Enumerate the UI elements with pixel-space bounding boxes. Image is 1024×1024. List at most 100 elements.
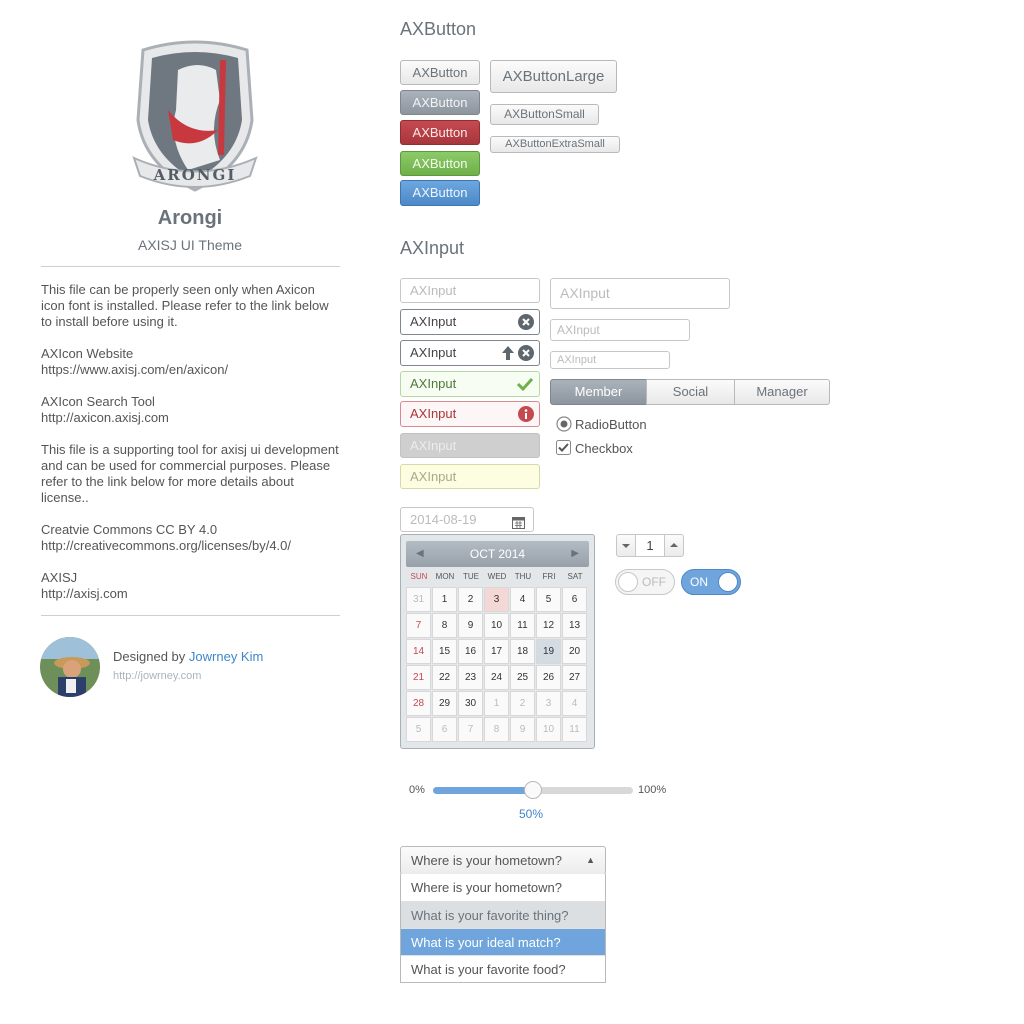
- button-red[interactable]: AXButton: [400, 120, 480, 145]
- weekday-header: SUN: [410, 572, 428, 581]
- install-notice: This file can be properly seen only when…: [41, 282, 329, 329]
- select-option[interactable]: What is your favorite food?: [401, 955, 605, 982]
- prev-month-icon[interactable]: ◀: [416, 541, 424, 567]
- axicon-search-link[interactable]: http://axicon.axisj.com: [41, 410, 341, 426]
- calendar-day[interactable]: 21: [406, 665, 431, 690]
- arrow-up-icon[interactable]: [501, 345, 515, 369]
- radio-button[interactable]: [556, 416, 572, 437]
- checkbox[interactable]: [556, 440, 571, 460]
- calendar-day[interactable]: 9: [510, 717, 535, 742]
- input-error[interactable]: AXInput: [400, 401, 540, 427]
- input-with-actions[interactable]: AXInput: [400, 340, 540, 366]
- calendar-day[interactable]: 19: [536, 639, 561, 664]
- segment-member[interactable]: Member: [550, 379, 647, 405]
- calendar-day[interactable]: 11: [510, 613, 535, 638]
- calendar-day[interactable]: 2: [510, 691, 535, 716]
- calendar-day[interactable]: 25: [510, 665, 535, 690]
- cc-license-link[interactable]: http://creativecommons.org/licenses/by/4…: [41, 538, 341, 554]
- calendar-day[interactable]: 16: [458, 639, 483, 664]
- calendar-day[interactable]: 1: [484, 691, 509, 716]
- calendar-day[interactable]: 6: [562, 587, 587, 612]
- calendar-day[interactable]: 8: [432, 613, 457, 638]
- calendar-day[interactable]: 6: [432, 717, 457, 742]
- date-input[interactable]: 2014-08-19: [400, 507, 534, 532]
- button-large[interactable]: AXButtonLarge: [490, 60, 617, 93]
- checkbox-label[interactable]: Checkbox: [575, 441, 633, 456]
- designer-credit: Designed by Jowrney Kim: [113, 649, 263, 664]
- button-small[interactable]: AXButtonSmall: [490, 104, 599, 125]
- calendar-day[interactable]: 3: [484, 587, 509, 612]
- calendar-day[interactable]: 5: [406, 717, 431, 742]
- switch-on[interactable]: ON: [681, 569, 741, 595]
- designer-name-link[interactable]: Jowrney Kim: [189, 649, 263, 664]
- axisj-link[interactable]: http://axisj.com: [41, 586, 341, 602]
- question-select[interactable]: Where is your hometown? ▲: [400, 846, 606, 875]
- input-small[interactable]: AXInput: [550, 319, 690, 341]
- select-option[interactable]: What is your ideal match?: [401, 928, 605, 955]
- calendar-day[interactable]: 2: [458, 587, 483, 612]
- button-default[interactable]: AXButton: [400, 60, 480, 85]
- select-option[interactable]: What is your favorite thing?: [401, 901, 605, 928]
- clear-icon[interactable]: [518, 314, 534, 338]
- calendar-day[interactable]: 12: [536, 613, 561, 638]
- calendar-day[interactable]: 13: [562, 613, 587, 638]
- calendar-day[interactable]: 15: [432, 639, 457, 664]
- calendar-day[interactable]: 17: [484, 639, 509, 664]
- calendar-day[interactable]: 27: [562, 665, 587, 690]
- radio-label[interactable]: RadioButton: [575, 417, 647, 432]
- button-extra-small[interactable]: AXButtonExtraSmall: [490, 136, 620, 153]
- axicon-website-label: AXIcon Website: [41, 346, 134, 361]
- calendar-day[interactable]: 31: [406, 587, 431, 612]
- segment-social[interactable]: Social: [646, 379, 735, 405]
- calendar-day[interactable]: 14: [406, 639, 431, 664]
- calendar-day[interactable]: 20: [562, 639, 587, 664]
- calendar-day[interactable]: 4: [510, 587, 535, 612]
- date-value: 2014-08-19: [410, 512, 477, 527]
- calendar-day[interactable]: 7: [406, 613, 431, 638]
- axicon-website-link[interactable]: https://www.axisj.com/en/axicon/: [41, 362, 341, 378]
- input-extra-small[interactable]: AXInput: [550, 351, 670, 369]
- designer-url-link[interactable]: http://jowrney.com: [113, 670, 201, 682]
- increment-button[interactable]: [664, 534, 684, 557]
- button-blue[interactable]: AXButton: [400, 180, 480, 206]
- radio-icon: [556, 416, 572, 432]
- input-success[interactable]: AXInput: [400, 371, 540, 397]
- decrement-button[interactable]: [616, 534, 636, 557]
- calendar-day[interactable]: 24: [484, 665, 509, 690]
- slider-handle[interactable]: [524, 781, 542, 799]
- calendar-day[interactable]: 26: [536, 665, 561, 690]
- button-gray[interactable]: AXButton: [400, 90, 480, 115]
- calendar-day[interactable]: 1: [432, 587, 457, 612]
- calendar-day[interactable]: 29: [432, 691, 457, 716]
- calendar-day[interactable]: 3: [536, 691, 561, 716]
- calendar-day[interactable]: 8: [484, 717, 509, 742]
- switch-off[interactable]: OFF: [615, 569, 675, 595]
- calendar-day[interactable]: 9: [458, 613, 483, 638]
- calendar-day[interactable]: 11: [562, 717, 587, 742]
- input-highlight[interactable]: AXInput: [400, 464, 540, 489]
- calendar-day[interactable]: 10: [484, 613, 509, 638]
- check-icon: [516, 376, 534, 400]
- input-placeholder[interactable]: AXInput: [400, 278, 540, 303]
- calendar-icon[interactable]: [512, 513, 525, 536]
- calendar-day[interactable]: 30: [458, 691, 483, 716]
- avatar: [40, 637, 100, 697]
- calendar-day[interactable]: 22: [432, 665, 457, 690]
- calendar-day[interactable]: 18: [510, 639, 535, 664]
- clear-icon[interactable]: [518, 345, 534, 369]
- next-month-icon[interactable]: ▶: [571, 541, 579, 567]
- calendar-day[interactable]: 5: [536, 587, 561, 612]
- designed-by-label: Designed by: [113, 649, 186, 664]
- input-clearable[interactable]: AXInput: [400, 309, 540, 335]
- calendar-day[interactable]: 10: [536, 717, 561, 742]
- select-option[interactable]: Where is your hometown?: [401, 874, 605, 901]
- segment-manager[interactable]: Manager: [734, 379, 830, 405]
- input-large[interactable]: AXInput: [550, 278, 730, 309]
- stepper-value[interactable]: 1: [635, 534, 665, 557]
- calendar-day[interactable]: 28: [406, 691, 431, 716]
- switch-on-label: ON: [690, 575, 708, 589]
- calendar-day[interactable]: 23: [458, 665, 483, 690]
- calendar-day[interactable]: 4: [562, 691, 587, 716]
- button-green[interactable]: AXButton: [400, 151, 480, 176]
- calendar-day[interactable]: 7: [458, 717, 483, 742]
